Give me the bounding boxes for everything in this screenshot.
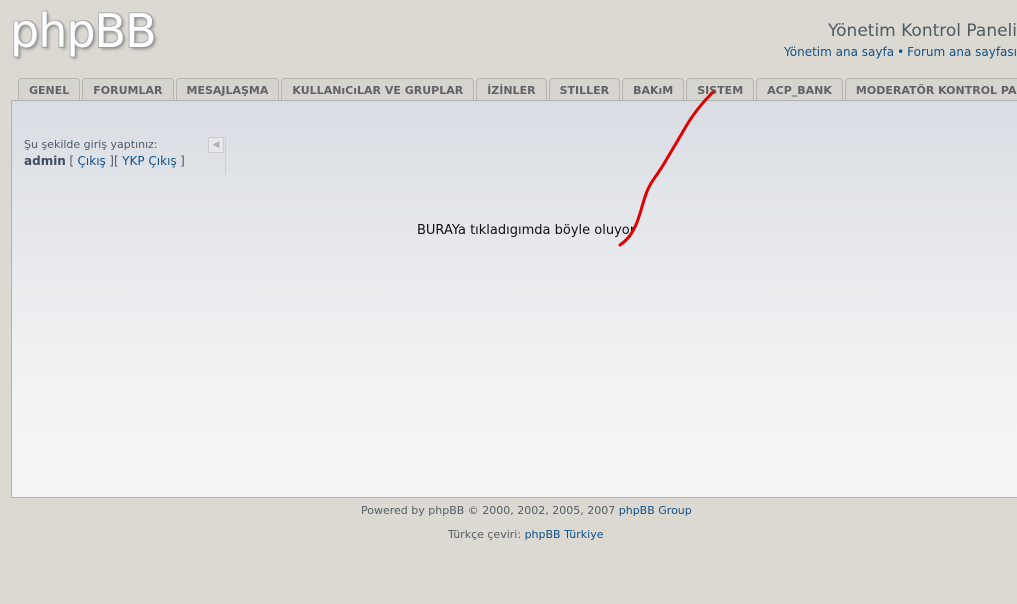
annotation-stroke	[618, 90, 715, 247]
footer-powered: Powered by phpBB © 2000, 2002, 2005, 200…	[361, 504, 692, 517]
footer-powered-text: Powered by phpBB © 2000, 2002, 2005, 200…	[361, 504, 616, 517]
phpbb-turkiye-link[interactable]: phpBB Türkiye	[525, 528, 604, 541]
footer-translation-text: Türkçe çeviri:	[448, 528, 522, 541]
phpbb-group-link[interactable]: phpBB Group	[619, 504, 692, 517]
footer-translation: Türkçe çeviri: phpBB Türkiye	[448, 528, 604, 541]
